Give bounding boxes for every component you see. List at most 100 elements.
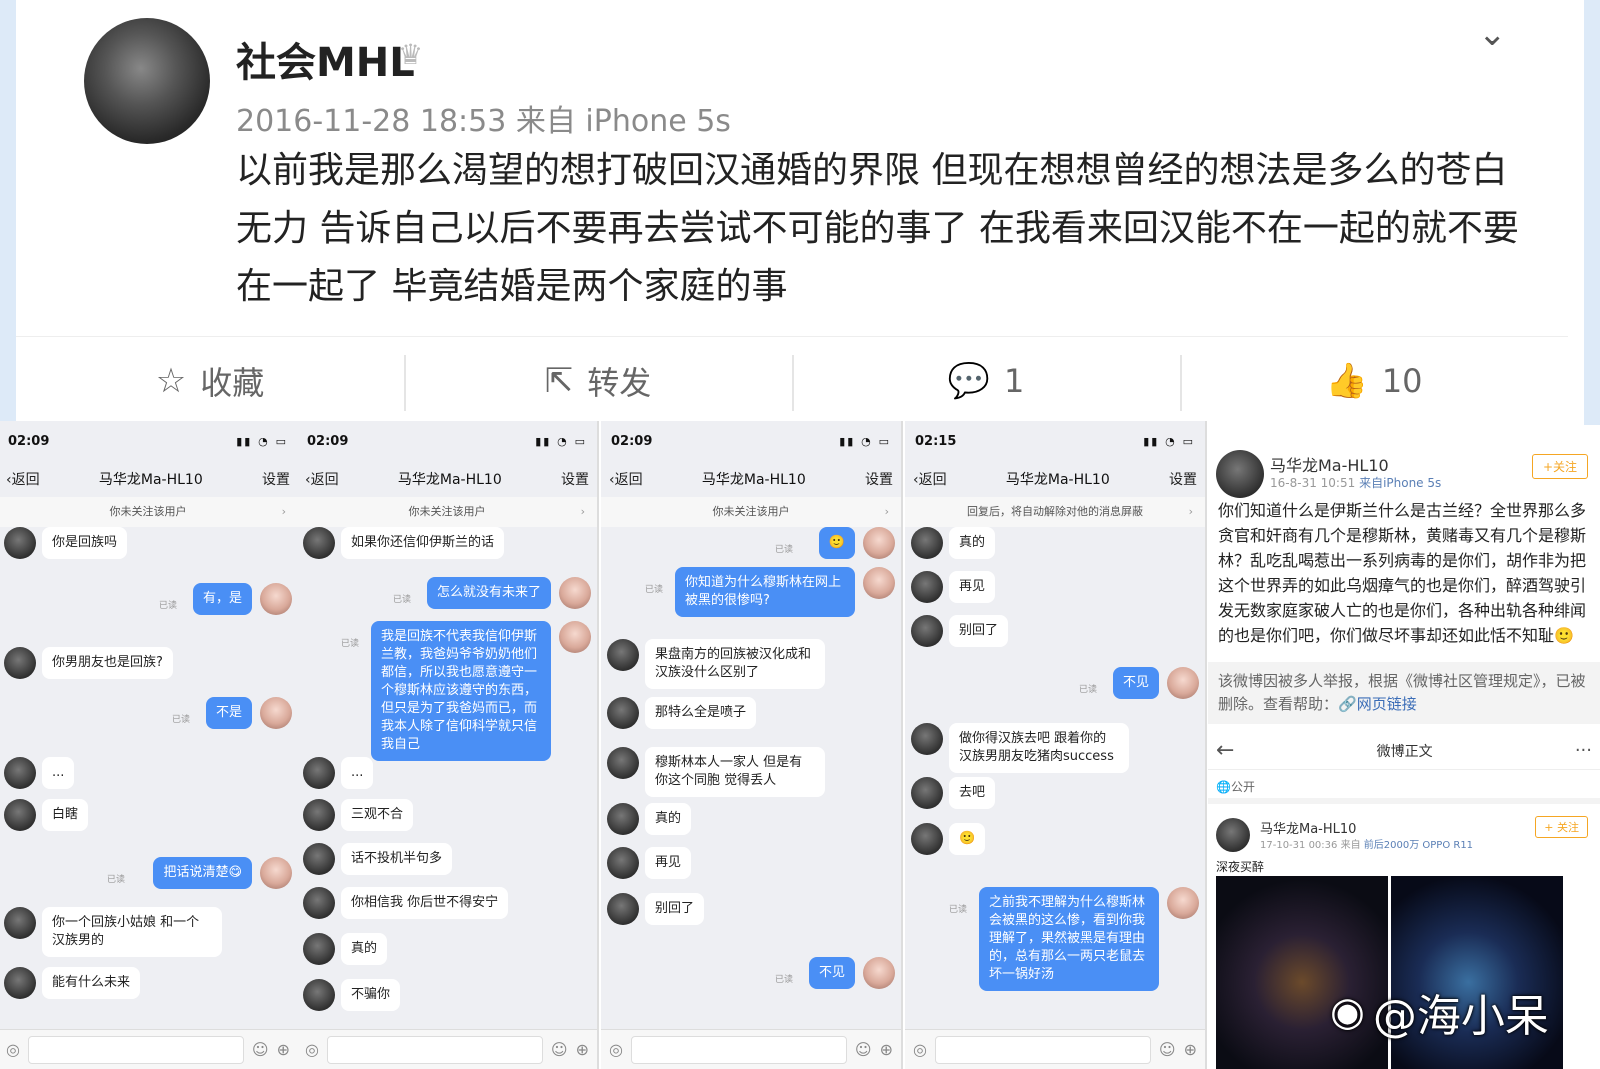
message-bubble[interactable]: 怎么就没有未来了	[426, 577, 551, 609]
message-input[interactable]	[934, 1035, 1151, 1064]
message-bubble[interactable]: 之前我不理解为什么穆斯林会被黑的这么惨，看到你我理解了，果然被黑是有理由的，总有…	[979, 887, 1159, 991]
message-bubble[interactable]: 别回了	[645, 893, 705, 925]
like-button[interactable]: 👍 10	[1180, 337, 1568, 424]
message-bubble[interactable]: 你一个回族小姑娘 和一个汉族男的	[42, 907, 222, 957]
avatar[interactable]	[4, 647, 36, 679]
message-bubble[interactable]: 你是回族吗	[42, 527, 128, 559]
message-input[interactable]	[326, 1035, 543, 1064]
plus-icon[interactable]: ⊕	[277, 1040, 290, 1059]
follow-button[interactable]: +关注	[1531, 454, 1588, 479]
message-input[interactable]	[27, 1035, 244, 1064]
avatar[interactable]	[4, 527, 36, 559]
settings-button[interactable]: 设置	[865, 469, 893, 489]
favorite-button[interactable]: ☆ 收藏	[16, 337, 404, 424]
message-bubble[interactable]: 真的	[341, 933, 388, 965]
avatar[interactable]	[559, 577, 591, 609]
plus-icon[interactable]: ⊕	[576, 1040, 589, 1059]
back-button[interactable]: ‹返回	[609, 469, 643, 489]
avatar[interactable]	[303, 799, 335, 831]
avatar[interactable]	[4, 967, 36, 999]
message-bubble[interactable]: 你男朋友也是回族?	[42, 647, 173, 679]
avatar[interactable]	[607, 847, 639, 879]
back-button[interactable]: ‹返回	[305, 469, 339, 489]
avatar[interactable]	[4, 799, 36, 831]
comment-button[interactable]: 💬 1	[792, 337, 1180, 424]
message-bubble[interactable]: 再见	[645, 847, 692, 879]
follow-notice[interactable]: 回复后，将自动解除对他的消息屏蔽 ›	[905, 497, 1205, 527]
plus-icon[interactable]: ⊕	[1184, 1040, 1197, 1059]
message-bubble[interactable]: 能有什么未来	[42, 967, 141, 999]
message-bubble[interactable]: 不见	[1112, 667, 1159, 699]
message-input[interactable]	[630, 1035, 847, 1064]
more-icon[interactable]: ···	[1575, 740, 1592, 761]
avatar[interactable]	[303, 887, 335, 919]
follow-notice[interactable]: 你未关注该用户 ›	[297, 497, 597, 527]
message-bubble[interactable]: 那特么全是喷子	[645, 697, 757, 729]
avatar[interactable]	[1167, 887, 1199, 919]
voice-icon[interactable]: ◎	[6, 1040, 20, 1059]
message-bubble[interactable]: 有，是	[192, 583, 252, 615]
follow-notice[interactable]: 你未关注该用户 ›	[601, 497, 901, 527]
avatar[interactable]	[911, 571, 943, 603]
message-bubble[interactable]: 果盘南方的回族被汉化成和汉族没什么区别了	[645, 639, 825, 689]
avatar[interactable]	[607, 803, 639, 835]
avatar[interactable]	[863, 527, 895, 559]
plus-icon[interactable]: ⊕	[880, 1040, 893, 1059]
message-bubble[interactable]: 不见	[808, 957, 855, 989]
message-bubble[interactable]: 你知道为什么穆斯林在网上被黑的很惨吗?	[675, 567, 855, 617]
avatar[interactable]	[1216, 450, 1264, 498]
back-arrow-icon[interactable]: ←	[1216, 738, 1234, 763]
web-link[interactable]: 网页链接	[1357, 695, 1417, 713]
avatar[interactable]	[303, 757, 335, 789]
chevron-down-icon[interactable]: ⌄	[1478, 14, 1507, 54]
message-bubble[interactable]: 真的	[949, 527, 996, 559]
message-bubble[interactable]: 🙂	[818, 527, 855, 559]
voice-icon[interactable]: ◎	[609, 1040, 623, 1059]
avatar[interactable]	[607, 747, 639, 779]
post-username[interactable]: 社会MHL	[236, 30, 415, 88]
back-button[interactable]: ‹返回	[6, 469, 40, 489]
avatar[interactable]	[911, 723, 943, 755]
message-bubble[interactable]: 白瞎	[42, 799, 89, 831]
avatar[interactable]	[911, 527, 943, 559]
settings-button[interactable]: 设置	[1169, 469, 1197, 489]
settings-button[interactable]: 设置	[561, 469, 589, 489]
message-bubble[interactable]: 做你得汉族去吧 跟着你的汉族男朋友吃猪肉success	[949, 723, 1129, 773]
avatar[interactable]	[911, 615, 943, 647]
message-bubble[interactable]: 再见	[949, 571, 996, 603]
message-bubble[interactable]: 把话说清楚😋	[153, 857, 252, 889]
message-bubble[interactable]: 不是	[205, 697, 252, 729]
message-bubble[interactable]: 你相信我 你后世不得安宁	[341, 887, 509, 919]
message-bubble[interactable]: 如果你还信仰伊斯兰的话	[341, 527, 505, 559]
message-bubble[interactable]: 去吧	[949, 777, 996, 809]
avatar[interactable]	[863, 957, 895, 989]
avatar[interactable]	[303, 933, 335, 965]
avatar[interactable]	[4, 907, 36, 939]
weibo-username-2[interactable]: 马华龙Ma-HL10	[1260, 818, 1356, 837]
user-avatar[interactable]	[84, 18, 210, 144]
repost-button[interactable]: ⇱ 转发	[404, 337, 792, 424]
avatar[interactable]	[607, 697, 639, 729]
avatar[interactable]	[303, 527, 335, 559]
voice-icon[interactable]: ◎	[305, 1040, 319, 1059]
avatar[interactable]	[260, 857, 292, 889]
avatar[interactable]	[303, 979, 335, 1011]
avatar[interactable]	[863, 567, 895, 599]
avatar[interactable]	[1216, 818, 1250, 852]
back-button[interactable]: ‹返回	[913, 469, 947, 489]
follow-button-2[interactable]: + 关注	[1535, 816, 1588, 838]
avatar[interactable]	[911, 823, 943, 855]
emoji-icon[interactable]: ☺	[1159, 1040, 1176, 1059]
settings-button[interactable]: 设置	[262, 469, 290, 489]
avatar[interactable]	[4, 757, 36, 789]
message-bubble[interactable]: 别回了	[949, 615, 1009, 647]
avatar[interactable]	[607, 893, 639, 925]
avatar[interactable]	[260, 697, 292, 729]
avatar[interactable]	[1167, 667, 1199, 699]
avatar[interactable]	[911, 777, 943, 809]
message-bubble[interactable]: 话不投机半句多	[341, 843, 453, 875]
voice-icon[interactable]: ◎	[913, 1040, 927, 1059]
avatar[interactable]	[559, 621, 591, 653]
message-bubble[interactable]: 真的	[645, 803, 692, 835]
message-bubble[interactable]: 三观不合	[341, 799, 414, 831]
